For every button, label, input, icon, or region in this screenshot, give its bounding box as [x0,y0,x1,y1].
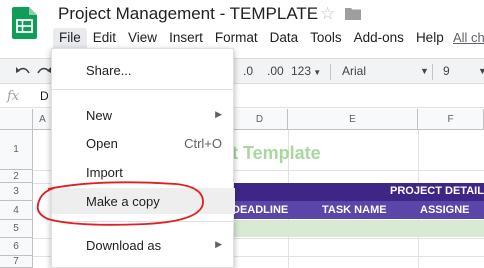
red-annotation-ellipse [36,181,204,226]
row-header-6[interactable]: 6 [0,238,33,256]
menu-item-share[interactable]: Share... [52,57,235,83]
font-family-select[interactable]: Arial [342,64,366,78]
star-icon[interactable]: ☆ [320,4,335,24]
menu-file[interactable]: File [53,28,87,48]
menu-item-label: Open [86,136,118,151]
project-details-header[interactable]: PROJECT DETAILS [232,183,484,201]
chevron-down-icon[interactable]: ▼ [420,66,429,76]
menu-view[interactable]: View [122,28,163,48]
column-header-e[interactable]: E [288,109,418,130]
row-header-2[interactable]: 2 [0,170,33,183]
file-menu-dropdown: Share... New ▶ Open Ctrl+O Import Make a… [51,48,235,268]
document-title[interactable]: Project Management - TEMPLATE [58,4,318,24]
row-header-1[interactable]: 1 [0,130,33,170]
more-formats-label: 123 [291,64,312,78]
folder-icon[interactable] [345,7,361,20]
submenu-arrow-icon: ▶ [215,239,222,249]
row-header-3[interactable]: 3 [0,183,33,201]
menu-help[interactable]: Help [410,28,450,48]
row-header-5[interactable]: 5 [0,220,33,238]
menu-add-ons[interactable]: Add-ons [348,28,410,48]
fx-icon: fx [7,89,20,104]
column-headers-row[interactable]: DEADLINE TASK NAME ASSIGNE [232,201,484,219]
menu-item-label: New [86,108,113,123]
menu-bar: File Edit View Insert Format Data Tools … [53,28,450,48]
menu-item-shortcut: Ctrl+O [184,136,222,151]
menu-item-label: Share... [86,63,132,78]
submenu-arrow-icon: ▶ [215,109,222,119]
column-header-a[interactable]: A [33,109,53,130]
increase-decimal-button[interactable]: .00 [267,64,284,78]
deadline-header: DEADLINE [232,204,289,216]
all-changes-saved-link[interactable]: All ch [453,30,484,45]
menu-item-open[interactable]: Open Ctrl+O [52,130,235,156]
formula-content[interactable]: D [40,89,49,103]
google-sheets-logo-icon[interactable] [12,7,37,39]
menu-data[interactable]: Data [264,28,305,48]
task-name-header: TASK NAME [322,204,387,216]
redo-icon[interactable] [36,65,52,79]
toolbar-divider [330,64,331,80]
menu-insert[interactable]: Insert [163,28,209,48]
menu-item-label: Download as [86,238,162,253]
menu-divider [52,89,235,90]
select-all-corner[interactable] [0,109,33,130]
menu-edit[interactable]: Edit [87,28,122,48]
font-size-select[interactable]: 9 [443,64,450,78]
row-header-4[interactable]: 4 [0,201,33,220]
assignee-header: ASSIGNE [420,204,470,216]
toolbar-divider [432,64,433,80]
menu-format[interactable]: Format [209,28,264,48]
menu-tools[interactable]: Tools [304,28,348,48]
undo-icon[interactable] [15,65,31,79]
column-header-f[interactable]: F [418,109,484,130]
sheet-title-cell[interactable]: t Template [232,143,321,164]
menu-item-new[interactable]: New ▶ [52,102,235,128]
menu-item-download-as[interactable]: Download as ▶ [52,232,235,258]
project-details-label: PROJECT DETAILS [390,185,484,197]
chevron-down-icon: ▼ [311,68,322,77]
decrease-decimal-button[interactable]: .0 [243,64,253,78]
more-formats-button[interactable]: 123 ▼ [291,64,321,78]
row-header-7[interactable]: 7 [0,256,33,268]
green-highlight-row[interactable] [232,220,484,237]
menu-item-label: Import [86,165,123,180]
column-header-d[interactable]: D [232,109,288,130]
chevron-down-icon[interactable]: ▼ [478,66,484,76]
